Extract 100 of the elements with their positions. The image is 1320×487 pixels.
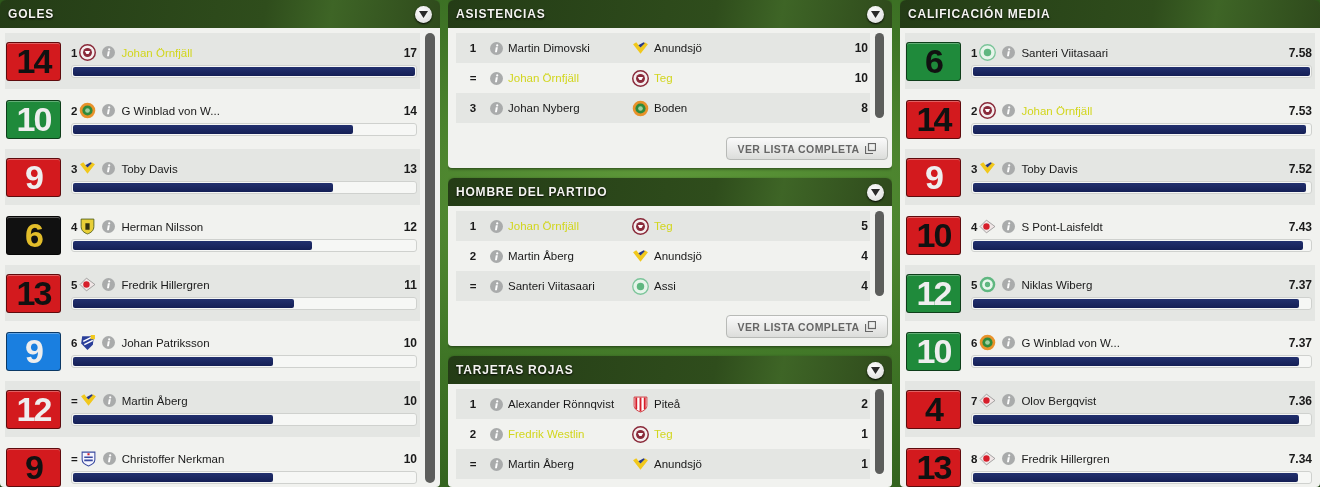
crest-icon bbox=[79, 160, 97, 177]
crest-icon bbox=[79, 218, 97, 235]
player-name[interactable]: G Winblad von W... bbox=[1021, 336, 1283, 349]
rank: 8 bbox=[971, 452, 978, 465]
stat-value: 11 bbox=[404, 277, 417, 292]
club-name[interactable]: Anundsjö bbox=[654, 250, 862, 262]
stat-value: 5 bbox=[861, 219, 868, 233]
info-icon[interactable] bbox=[490, 397, 503, 411]
panel-title: ASISTENCIAS bbox=[456, 7, 546, 21]
crest-icon bbox=[979, 102, 997, 119]
info-icon[interactable] bbox=[102, 162, 116, 175]
stat-value: 1 bbox=[861, 427, 868, 441]
info-icon[interactable] bbox=[490, 71, 503, 85]
shirt-number: 13 bbox=[6, 273, 61, 313]
info-icon[interactable] bbox=[1002, 394, 1016, 407]
info-icon[interactable] bbox=[1002, 46, 1016, 59]
player-name[interactable]: Herman Nilsson bbox=[121, 220, 398, 233]
info-icon[interactable] bbox=[490, 41, 503, 55]
shirt-number: 14 bbox=[906, 99, 961, 139]
shirt-number: 10 bbox=[906, 331, 961, 371]
info-icon[interactable] bbox=[102, 452, 116, 465]
info-icon[interactable] bbox=[490, 249, 503, 263]
player-name[interactable]: G Winblad von W... bbox=[121, 104, 398, 117]
info-icon[interactable] bbox=[490, 101, 503, 115]
stat-value: 7.43 bbox=[1288, 219, 1312, 234]
rank: 2 bbox=[468, 250, 478, 262]
club-name[interactable]: Assi bbox=[654, 280, 862, 292]
shirt-number: 12 bbox=[6, 389, 61, 429]
stat-value: 7.58 bbox=[1288, 45, 1312, 60]
player-name[interactable]: Santeri Viitasaari bbox=[508, 280, 632, 292]
info-icon[interactable] bbox=[1002, 104, 1016, 117]
dropdown-button[interactable] bbox=[415, 5, 432, 23]
player-name[interactable]: Johan Patriksson bbox=[121, 336, 398, 349]
info-icon[interactable] bbox=[490, 457, 503, 471]
crest-icon bbox=[979, 218, 997, 235]
scrollbar[interactable] bbox=[875, 389, 884, 474]
full-list-button[interactable]: VER LISTA COMPLETA bbox=[726, 137, 888, 160]
info-icon[interactable] bbox=[102, 104, 116, 117]
club-name[interactable]: Piteå bbox=[654, 398, 862, 410]
club-name[interactable]: Anundsjö bbox=[654, 458, 862, 470]
rank: = bbox=[71, 394, 78, 407]
player-name[interactable]: Martin Dimovski bbox=[508, 42, 632, 54]
player-name[interactable]: Alexander Rönnqvist bbox=[508, 398, 632, 410]
info-icon[interactable] bbox=[102, 394, 116, 407]
caret-icon bbox=[419, 10, 428, 18]
rank: 3 bbox=[71, 162, 78, 175]
rank: 1 bbox=[468, 398, 478, 410]
crest-icon bbox=[632, 455, 649, 473]
shirt-number: 9 bbox=[6, 447, 61, 487]
dropdown-button[interactable] bbox=[867, 183, 884, 201]
info-icon[interactable] bbox=[1002, 220, 1016, 233]
club-name[interactable]: Anundsjö bbox=[654, 42, 855, 54]
full-list-button[interactable]: VER LISTA COMPLETA bbox=[726, 315, 888, 338]
player-name[interactable]: Johan Nyberg bbox=[508, 102, 632, 114]
player-name[interactable]: Fredrik Hillergren bbox=[1021, 452, 1283, 465]
crest-icon bbox=[632, 425, 649, 443]
info-icon[interactable] bbox=[490, 279, 503, 293]
info-icon[interactable] bbox=[102, 46, 116, 59]
player-name[interactable]: Santeri Viitasaari bbox=[1021, 46, 1283, 59]
crest-icon bbox=[632, 395, 649, 413]
player-name[interactable]: Fredrik Hillergren bbox=[121, 278, 399, 291]
shirt-number: 12 bbox=[906, 273, 961, 313]
rank: 6 bbox=[71, 336, 78, 349]
caret-icon bbox=[871, 188, 880, 196]
panel-title: CALIFICACIÓN MEDIA bbox=[908, 7, 1051, 21]
info-icon[interactable] bbox=[1002, 452, 1016, 465]
player-name[interactable]: Toby Davis bbox=[121, 162, 398, 175]
info-icon[interactable] bbox=[102, 336, 116, 349]
player-name[interactable]: Christoffer Nerkman bbox=[121, 452, 398, 465]
scrollbar[interactable] bbox=[875, 211, 884, 296]
shirt-number: 9 bbox=[6, 331, 61, 371]
popout-icon bbox=[865, 143, 877, 154]
player-name[interactable]: Martin Åberg bbox=[121, 394, 398, 407]
stat-value: 7.37 bbox=[1288, 335, 1312, 350]
stat-value: 4 bbox=[861, 279, 868, 293]
info-icon[interactable] bbox=[102, 220, 116, 233]
player-name[interactable]: Niklas Wiberg bbox=[1021, 278, 1283, 291]
rank: 1 bbox=[468, 220, 478, 232]
crest-icon bbox=[79, 450, 97, 467]
info-icon[interactable] bbox=[490, 219, 503, 233]
info-icon[interactable] bbox=[1002, 162, 1016, 175]
player-name[interactable]: S Pont-Laisfeldt bbox=[1021, 220, 1283, 233]
player-name[interactable]: Olov Bergqvist bbox=[1021, 394, 1283, 407]
dropdown-button[interactable] bbox=[867, 5, 884, 23]
rank: 1 bbox=[468, 42, 478, 54]
scrollbar[interactable] bbox=[875, 33, 884, 118]
player-name[interactable]: Toby Davis bbox=[1021, 162, 1283, 175]
info-icon[interactable] bbox=[1002, 278, 1016, 291]
club-name[interactable]: Boden bbox=[654, 102, 862, 114]
info-icon[interactable] bbox=[102, 278, 116, 291]
stat-value: 10 bbox=[403, 335, 417, 350]
scrollbar[interactable] bbox=[425, 33, 435, 483]
dropdown-button[interactable] bbox=[867, 361, 884, 379]
crest-icon bbox=[632, 277, 649, 295]
player-name[interactable]: Martin Åberg bbox=[508, 250, 632, 262]
info-icon[interactable] bbox=[1002, 336, 1016, 349]
crest-icon bbox=[632, 39, 649, 57]
player-name[interactable]: Martin Åberg bbox=[508, 458, 632, 470]
info-icon[interactable] bbox=[490, 427, 503, 441]
crest-icon bbox=[632, 99, 649, 117]
